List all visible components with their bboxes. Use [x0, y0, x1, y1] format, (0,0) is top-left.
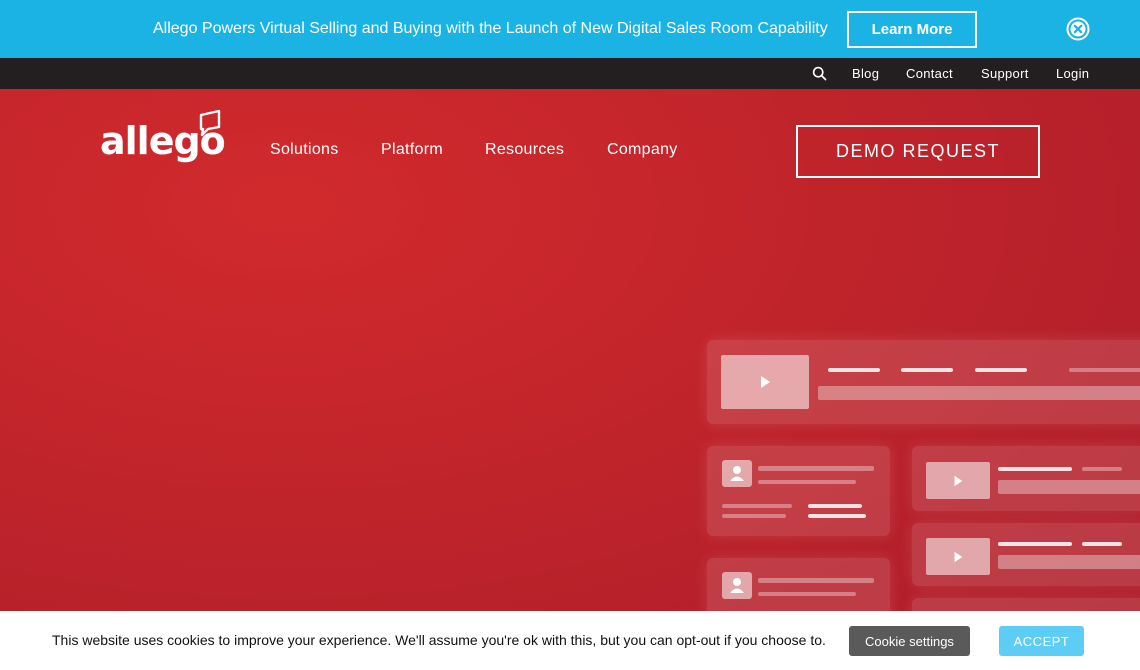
nav-solutions[interactable]: Solutions — [270, 141, 339, 159]
speech-bubble-icon — [198, 109, 222, 137]
close-icon[interactable] — [1066, 17, 1090, 41]
announcement-text: Allego Powers Virtual Selling and Buying… — [153, 20, 828, 37]
nav-resources[interactable]: Resources — [485, 141, 564, 159]
search-icon[interactable] — [812, 66, 827, 81]
utility-bar: Blog Contact Support Login — [0, 58, 1140, 89]
allego-logo[interactable]: allego — [100, 109, 226, 165]
play-icon — [926, 538, 990, 575]
cookie-message: This website uses cookies to improve you… — [52, 632, 826, 648]
utility-link-login[interactable]: Login — [1056, 66, 1089, 81]
mockup-video-card — [707, 340, 1140, 424]
cookie-settings-button[interactable]: Cookie settings — [849, 626, 970, 656]
cookie-banner: This website uses cookies to improve you… — [0, 611, 1140, 670]
user-icon — [722, 572, 752, 599]
demo-request-button[interactable]: DEMO REQUEST — [796, 125, 1040, 178]
play-icon — [721, 355, 809, 409]
mockup-video-card — [912, 523, 1140, 586]
mockup-video-card — [912, 446, 1140, 511]
user-icon — [722, 460, 752, 487]
mockup-profile-card — [707, 446, 890, 536]
nav-platform[interactable]: Platform — [381, 141, 443, 159]
utility-link-contact[interactable]: Contact — [906, 66, 953, 81]
hero-section: allego Solutions Platform Resources Comp… — [0, 89, 1140, 670]
play-icon — [926, 462, 990, 499]
nav-company[interactable]: Company — [607, 141, 678, 159]
utility-link-support[interactable]: Support — [981, 66, 1029, 81]
utility-link-blog[interactable]: Blog — [852, 66, 879, 81]
learn-more-button[interactable]: Learn More — [847, 11, 977, 48]
announcement-bar: Allego Powers Virtual Selling and Buying… — [0, 0, 1140, 58]
accept-cookies-button[interactable]: ACCEPT — [999, 626, 1084, 656]
